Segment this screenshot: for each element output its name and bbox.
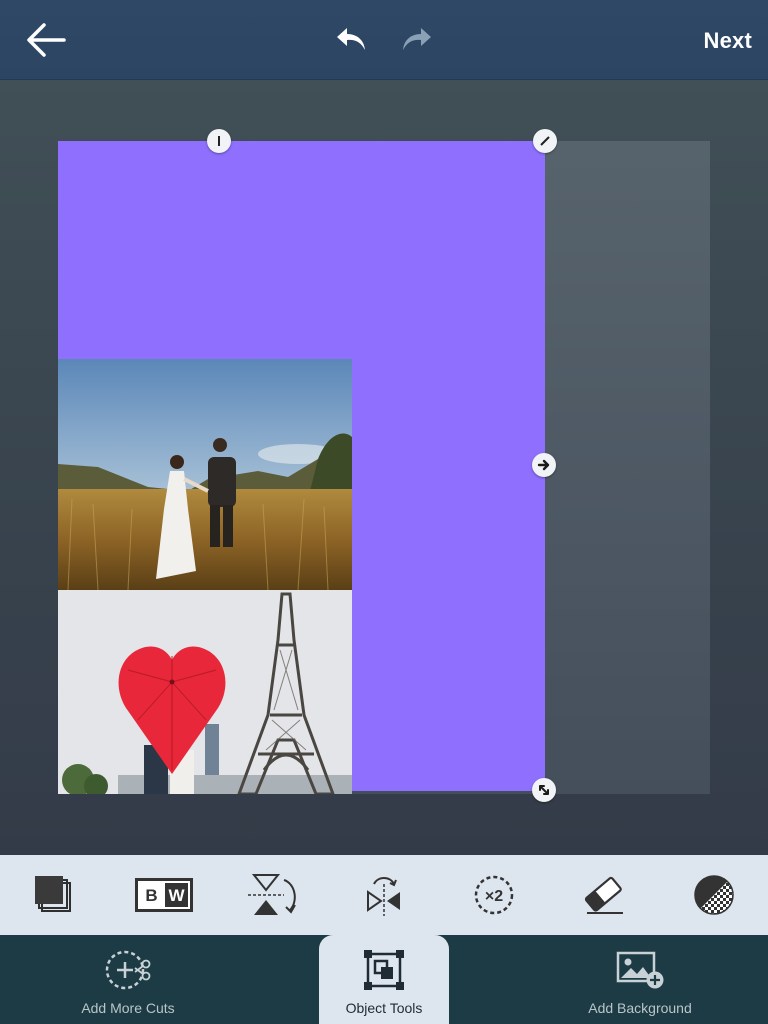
object-tools-tab[interactable]: Object Tools — [319, 935, 449, 1024]
duplicate-tool[interactable]: ×2 — [464, 869, 524, 921]
flip-vertical-tool[interactable] — [244, 869, 304, 921]
right-arrow-handle[interactable] — [532, 453, 556, 477]
bottom-navigation: Add More Cuts Object Tools Add Backgroun… — [0, 935, 768, 1024]
arrow-left-icon — [27, 23, 66, 57]
add-more-cuts-tab[interactable]: Add More Cuts — [58, 935, 198, 1024]
svg-text:W: W — [168, 886, 185, 905]
editor-workspace — [0, 80, 768, 855]
top-bar: Next — [0, 0, 768, 80]
svg-text:×2: ×2 — [485, 888, 503, 905]
resize-icon — [540, 136, 550, 146]
duplicate-x2-icon: ×2 — [474, 875, 514, 915]
object-tools-icon — [364, 950, 404, 990]
layers-icon — [35, 876, 71, 912]
add-cut-scissors-icon — [105, 950, 151, 990]
flip-horizontal-tool[interactable] — [354, 869, 414, 921]
add-background-label: Add Background — [588, 1000, 692, 1016]
bw-icon: B W — [135, 878, 193, 912]
object-tools-bar: B W ×2 — [0, 855, 768, 935]
next-button[interactable]: Next — [704, 24, 753, 58]
object-tools-label: Object Tools — [345, 1000, 423, 1016]
undo-button[interactable] — [330, 20, 374, 60]
resize-diagonal-icon — [539, 785, 549, 795]
svg-text:B: B — [145, 886, 157, 905]
heart-umbrella-eiffel-photo[interactable] — [58, 590, 352, 794]
canvas[interactable] — [58, 129, 710, 802]
arrow-right-icon — [537, 459, 550, 471]
opacity-tool[interactable] — [684, 869, 744, 921]
redo-icon — [403, 28, 431, 50]
undo-icon — [337, 28, 365, 50]
add-image-icon — [616, 951, 664, 989]
add-more-cuts-label: Add More Cuts — [81, 1000, 175, 1016]
flip-horizontal-icon — [367, 877, 400, 916]
add-background-tab[interactable]: Add Background — [570, 935, 710, 1024]
layers-tool[interactable] — [24, 869, 84, 921]
back-button[interactable] — [20, 18, 70, 62]
flip-vertical-icon — [248, 874, 296, 915]
bottom-right-resize-handle[interactable] — [532, 778, 556, 802]
redo-button[interactable] — [394, 20, 438, 60]
top-left-handle[interactable] — [207, 129, 231, 153]
opacity-icon — [694, 875, 734, 915]
black-white-tool[interactable]: B W — [134, 869, 194, 921]
couple-in-field-photo[interactable] — [58, 359, 352, 590]
top-right-handle[interactable] — [533, 129, 557, 153]
eraser-tool[interactable] — [574, 869, 634, 921]
rotate-icon — [218, 136, 220, 146]
eraser-icon — [584, 876, 623, 914]
